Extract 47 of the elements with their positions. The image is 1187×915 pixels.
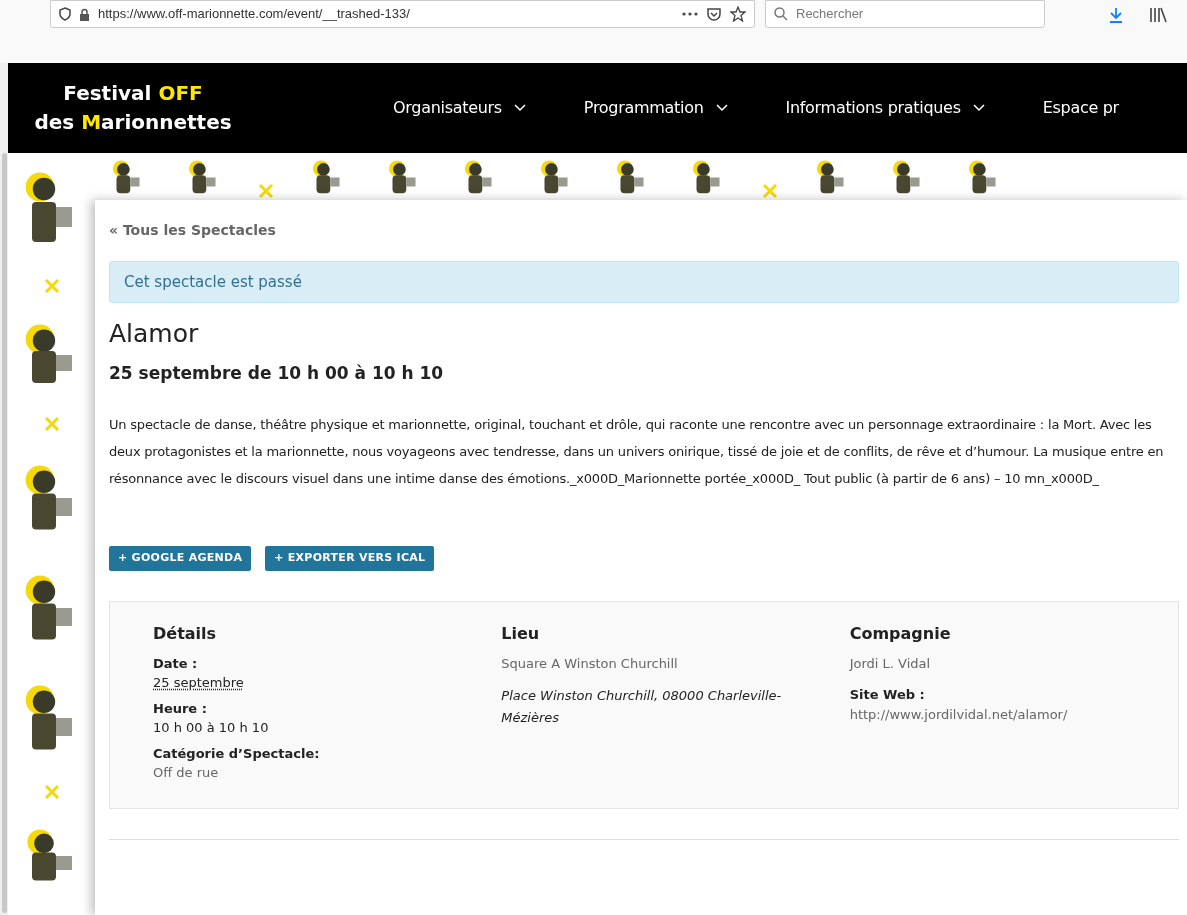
search-field[interactable]: Rechercher <box>765 0 1045 28</box>
pocket-icon[interactable] <box>706 6 722 22</box>
notice-banner: Cet spectacle est passé <box>109 261 1179 303</box>
event-date: 25 septembre de 10 h 00 à 10 h 10 <box>109 362 445 385</box>
calendar-export-button[interactable]: + GOOGLE AGENDA <box>109 545 252 571</box>
nav-link[interactable]: Espace pr <box>1042 96 1119 120</box>
field-value: Jordi L. Vidal <box>849 654 932 673</box>
cross-icon <box>42 415 61 433</box>
event-title: Alamor <box>109 318 200 350</box>
nav-link[interactable]: Informations pratiques <box>785 96 985 120</box>
cross-icon <box>42 783 61 801</box>
field-label: Heure : <box>153 699 208 718</box>
field-value: Place Winston Churchill, 08000 Charleville-Mézières <box>501 687 783 727</box>
more-icon[interactable] <box>682 12 698 16</box>
field-label: Site Web : <box>849 686 926 704</box>
download-icon[interactable] <box>1109 7 1123 23</box>
cross-icon <box>257 182 275 200</box>
nav-link[interactable]: Programmation <box>583 96 728 120</box>
field-value: 10 h 00 à 10 h 10 <box>153 719 270 737</box>
field-value[interactable]: http://www.jordilvidal.net/alamor/ <box>849 704 1178 724</box>
url-bar[interactable]: https://www.off-marionnette.com/event/__trashed-133/ <box>50 0 755 28</box>
star-icon[interactable] <box>730 6 746 22</box>
section-heading: Détails <box>153 622 218 645</box>
chevron-down-icon <box>972 104 985 112</box>
nav-link[interactable]: Organisateurs <box>393 96 526 120</box>
search-input[interactable]: Rechercher <box>796 4 1036 24</box>
scrollbar-thumb[interactable] <box>1 153 7 913</box>
calendar-export-button[interactable]: + EXPORTER VERS ICAL <box>265 545 435 571</box>
search-icon <box>774 7 788 21</box>
field-value: Off de rue <box>153 764 220 782</box>
url-text: https://www.off-marionnette.com/event/__trashed-133/ <box>98 5 411 24</box>
event-description: Un spectacle de danse, théâtre physique et marionnette, original, touchant et drôle, qui raconte une rencontre avec un personnage extraordinaire : la Mort. Avec les deux protagonistes et la marionnette, nous voyageons avec tendresse, dans un univers onirique, tissé de joie et de conflits, de rêve et d’humour. La musique entre en résonnance avec le discours visuel dans une intime danse des émotions._x000D_Marionnette portée_x000D_ Tout public (à partir de 6 ans) – 10 mn_x000D_ <box>109 415 1165 488</box>
field-value: Square A Winston Churchill <box>501 654 679 673</box>
library-icon[interactable] <box>1149 7 1167 23</box>
cross-icon <box>761 182 779 200</box>
back-link[interactable]: « Tous les Spectacles <box>109 220 1179 241</box>
field-label: Catégorie d’Spectacle: <box>153 744 321 763</box>
lock-icon <box>79 7 90 21</box>
cross-icon <box>42 277 61 295</box>
site-logo[interactable]: Festival OFF des Marionnettes <box>8 79 258 137</box>
section-heading: Lieu <box>501 622 541 645</box>
chevron-down-icon <box>513 104 526 112</box>
field-label: Date : <box>153 654 199 673</box>
shield-icon <box>59 7 71 21</box>
chevron-down-icon <box>715 104 728 112</box>
field-value[interactable]: 25 septembre <box>153 673 482 693</box>
section-heading: Compagnie <box>849 622 952 645</box>
